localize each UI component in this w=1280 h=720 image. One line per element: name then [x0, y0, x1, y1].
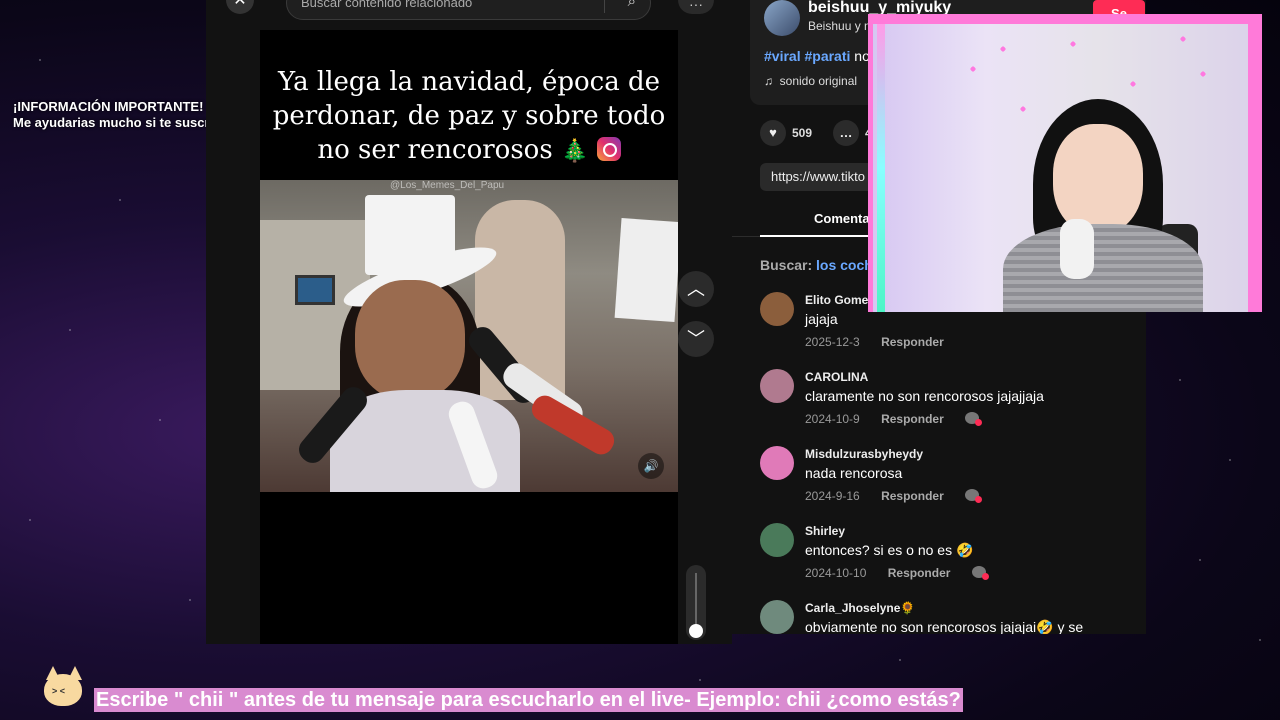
creator-liked-icon: [965, 412, 983, 426]
search-suggestion[interactable]: Buscar: los coch: [760, 257, 873, 273]
avatar[interactable]: [760, 292, 794, 326]
avatar[interactable]: [760, 523, 794, 557]
search-label: Buscar:: [760, 257, 813, 273]
comment-date: 2024-9-16: [805, 489, 860, 503]
comment-username[interactable]: Misdulzurasbyheydy: [805, 447, 923, 461]
search-placeholder: Buscar contenido relacionado: [301, 0, 473, 10]
comment-text: claramente no son rencorosos jajajjaja: [805, 388, 1044, 404]
video-frame: @Los_Memes_Del_Papu 🔊: [260, 180, 678, 492]
avatar[interactable]: [760, 369, 794, 403]
cat-icon: > <: [40, 664, 86, 714]
comment-username[interactable]: Elito Gome: [805, 293, 868, 307]
chat-instruction-banner: Escribe " chii " antes de tu mensaje par…: [94, 688, 963, 712]
comment-date: 2024-10-10: [805, 566, 867, 580]
christmas-tree-icon: 🎄: [560, 139, 589, 164]
background-screen: [295, 275, 335, 305]
led-strip: [877, 24, 885, 312]
protest-sign: [614, 218, 678, 322]
more-icon[interactable]: ···: [678, 0, 714, 14]
microphone: [1060, 219, 1094, 279]
streamer-body: [1003, 224, 1203, 312]
avatar[interactable]: [760, 446, 794, 480]
related-search-input[interactable]: Buscar contenido relacionado ⌕: [286, 0, 651, 20]
post-description: #viral #parati no: [764, 48, 870, 64]
webcam-feed: [873, 24, 1248, 312]
streamer-face: [1053, 124, 1143, 234]
search-divider: [604, 0, 605, 13]
like-button[interactable]: ♥ 509: [760, 120, 812, 146]
woman-face: [355, 280, 465, 400]
reply-button[interactable]: Responder: [888, 566, 951, 580]
heart-icon: ♥: [760, 120, 786, 146]
search-keyword[interactable]: los coch: [816, 257, 873, 273]
comment-meta: 2024-9-16 Responder: [805, 489, 983, 503]
volume-slider[interactable]: [686, 565, 706, 640]
cat-eyes: > <: [52, 686, 66, 696]
avatar[interactable]: [760, 600, 794, 634]
chevron-up-icon[interactable]: ︿: [678, 271, 714, 307]
hashtag-link[interactable]: #viral: [764, 48, 801, 64]
comment-text: jajaja: [805, 311, 838, 327]
chevron-down-icon[interactable]: ﹀: [678, 321, 714, 357]
hashtag-link[interactable]: #parati: [804, 48, 850, 64]
creator-liked-icon: [971, 566, 989, 580]
comment-meta: 2024-10-10 Responder: [805, 566, 989, 580]
like-count: 509: [792, 126, 813, 140]
hat-crown: [365, 195, 455, 275]
info-overlay: ¡INFORMACIÓN IMPORTANTE! Me ayudarias mu…: [13, 99, 236, 131]
author-nickname: Beishuu y m: [808, 19, 875, 33]
reply-button[interactable]: Responder: [881, 489, 944, 503]
comment-meta: 2025-12-3 Responder: [805, 335, 944, 349]
info-subtitle: Me ayudarias mucho si te suscribes: [13, 115, 236, 130]
comment-username[interactable]: Shirley: [805, 524, 845, 538]
comment-username[interactable]: Carla_Jhoselyne🌻: [805, 601, 915, 615]
volume-knob[interactable]: [689, 624, 703, 638]
volume-icon[interactable]: 🔊: [638, 453, 664, 479]
comment-button[interactable]: … 4: [833, 120, 872, 146]
comment-username[interactable]: CAROLINA: [805, 370, 868, 384]
avatar[interactable]: [764, 0, 800, 36]
creator-liked-icon: [965, 489, 983, 503]
sound-link[interactable]: ♫ sonido original: [764, 74, 857, 88]
reply-button[interactable]: Responder: [881, 412, 944, 426]
webcam-frame: [868, 14, 1262, 312]
video-player[interactable]: Ya llega la navidad, época de perdonar, …: [260, 30, 678, 644]
comment-date: 2025-12-3: [805, 335, 860, 349]
search-icon[interactable]: ⌕: [628, 0, 636, 10]
reply-button[interactable]: Responder: [881, 335, 944, 349]
comment-icon: …: [833, 120, 859, 146]
tab-comments[interactable]: Comenta: [814, 211, 870, 226]
music-note-icon: ♫: [764, 74, 773, 88]
volume-track: [695, 573, 697, 631]
info-title: ¡INFORMACIÓN IMPORTANTE!: [13, 99, 204, 114]
comment-text: nada rencorosa: [805, 465, 903, 481]
comment-date: 2024-10-9: [805, 412, 860, 426]
video-column: ✕ Buscar contenido relacionado ⌕ ··· Ya …: [206, 0, 732, 644]
comment-text: entonces? si es o no es 🤣: [805, 542, 974, 558]
close-icon[interactable]: ✕: [226, 0, 254, 14]
instagram-icon: [596, 137, 621, 161]
comment-meta: 2024-10-9 Responder: [805, 412, 983, 426]
sound-name: sonido original: [779, 74, 858, 88]
video-caption: Ya llega la navidad, época de perdonar, …: [260, 65, 678, 169]
comment-text: obviamente no son rencorosos jajajai🤣 y …: [805, 619, 1084, 634]
video-watermark: @Los_Memes_Del_Papu: [390, 180, 505, 191]
